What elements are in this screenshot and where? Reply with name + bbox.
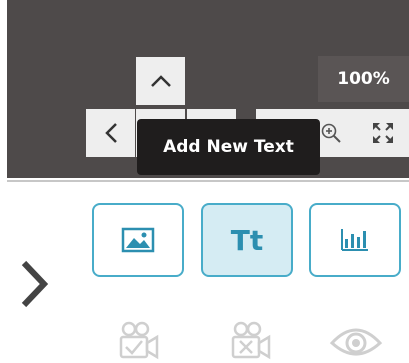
pan-up-button[interactable] (136, 57, 185, 105)
tooltip-text: Add New Text (163, 137, 294, 157)
camera-x-icon (231, 321, 271, 359)
zoom-in-icon (321, 123, 341, 143)
image-icon (121, 227, 155, 253)
pan-left-button[interactable] (86, 109, 135, 157)
text-icon: Tt (230, 223, 264, 257)
eye-icon (329, 328, 383, 355)
bar-chart-icon (341, 229, 368, 251)
add-chart-button[interactable] (309, 203, 401, 277)
add-image-button[interactable] (92, 203, 184, 277)
chevron-left-icon (104, 123, 117, 143)
tooltip: Add New Text (137, 119, 320, 175)
camera-check-icon (119, 321, 159, 359)
eye-button[interactable] (328, 318, 384, 363)
expand-panel-button[interactable] (14, 254, 54, 314)
camera-check-button[interactable] (110, 318, 166, 363)
zoom-level: 100% (318, 56, 409, 102)
chevron-right-icon (21, 260, 49, 308)
camera-x-button[interactable] (222, 318, 278, 363)
add-text-button[interactable]: Tt (201, 203, 293, 277)
fit-to-screen-button[interactable] (356, 109, 409, 157)
fit-to-screen-icon (372, 123, 393, 143)
chevron-up-icon (150, 75, 171, 87)
divider (7, 180, 409, 182)
